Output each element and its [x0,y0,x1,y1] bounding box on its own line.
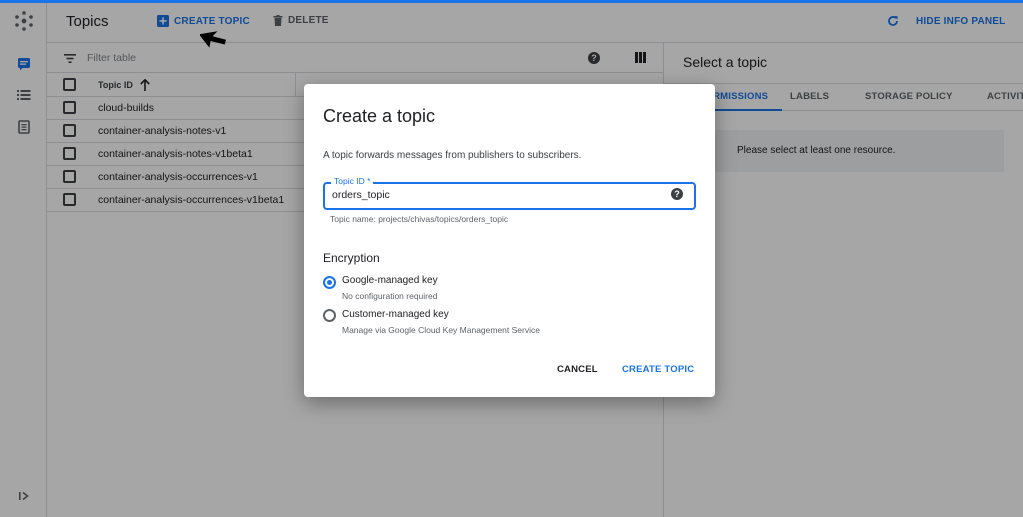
help-icon[interactable]: ? [671,188,683,200]
encryption-heading: Encryption [323,251,380,265]
create-topic-confirm-button[interactable]: CREATE TOPIC [622,364,694,375]
google-managed-key-description: No configuration required [342,291,438,301]
cancel-button[interactable]: CANCEL [557,364,598,375]
customer-managed-key-label[interactable]: Customer-managed key [342,309,449,320]
topic-id-label: Topic ID * [331,176,374,186]
customer-managed-key-radio[interactable] [323,309,336,322]
svg-text:?: ? [674,189,680,199]
customer-managed-key-description: Manage via Google Cloud Key Management S… [342,325,540,335]
google-managed-key-label[interactable]: Google-managed key [342,275,438,286]
create-topic-dialog: Create a topic A topic forwards messages… [304,84,715,397]
topic-id-field[interactable]: Topic ID * ? [323,176,696,210]
topic-id-input[interactable] [332,189,662,201]
dialog-description: A topic forwards messages from publisher… [323,150,582,161]
dialog-title: Create a topic [323,106,436,126]
topic-name-hint: Topic name: projects/chivas/topics/order… [330,214,509,224]
mouse-pointer-icon [200,31,227,48]
google-managed-key-radio[interactable] [323,276,336,289]
